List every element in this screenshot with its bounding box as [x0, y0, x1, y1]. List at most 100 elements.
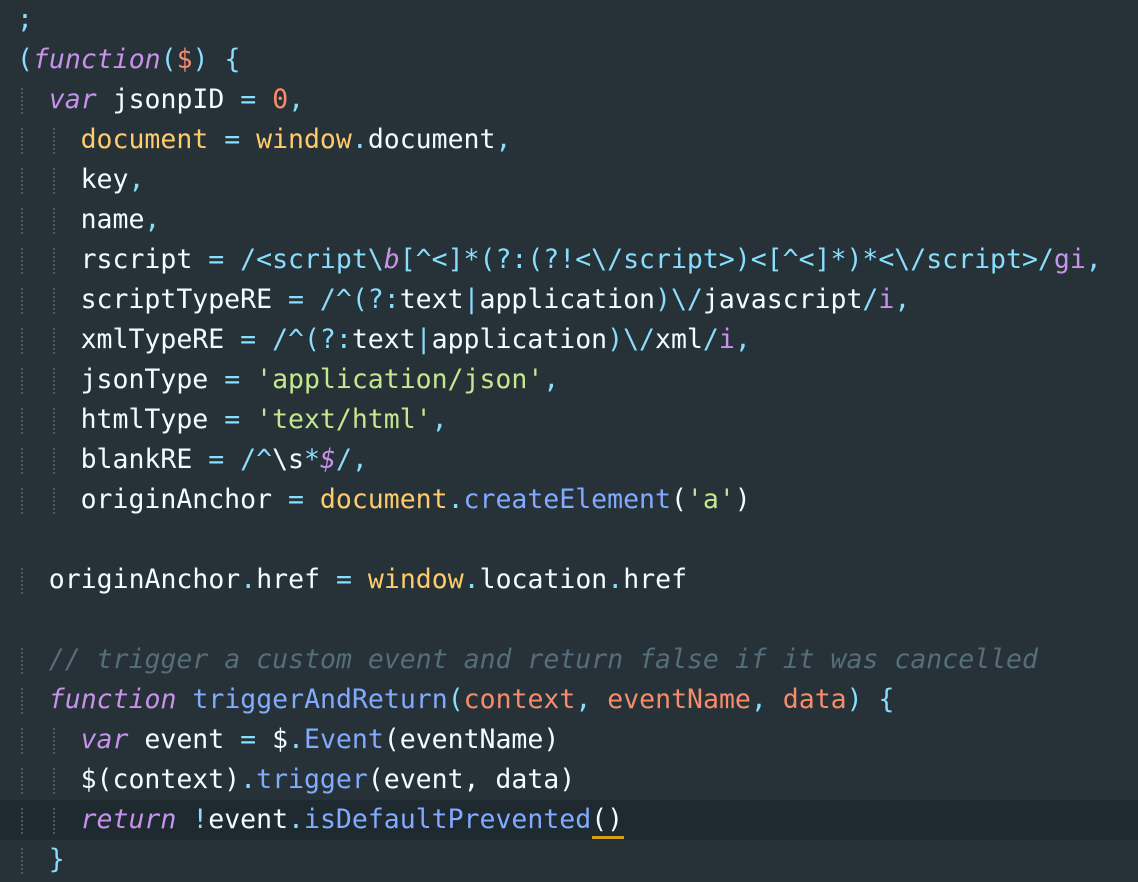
code-token: document [319, 484, 448, 515]
code-line[interactable]: } [0, 840, 1138, 880]
code-line[interactable]: blankRE = /^\s*$/, [0, 440, 1138, 480]
code-token: , [351, 444, 368, 475]
code-token: /<script\ [240, 244, 384, 275]
indent-guide [52, 408, 55, 434]
code-text: var event = $.Event(eventName) [81, 720, 560, 760]
code-text: function triggerAndReturn(context, event… [49, 680, 895, 720]
code-token: () [591, 804, 624, 835]
code-token: /^(?: [319, 284, 400, 315]
code-token: javascript [702, 284, 863, 315]
code-token: $(context) [80, 764, 241, 795]
code-token: | [415, 324, 432, 355]
code-token: * [304, 444, 320, 475]
code-token: 'text/html' [256, 404, 432, 435]
code-line[interactable]: scriptTypeRE = /^(?:text|application)\/j… [0, 280, 1138, 320]
code-line[interactable]: originAnchor.href = window.location.href [0, 560, 1138, 600]
code-text: $(context).trigger(event, data) [81, 760, 576, 800]
code-token: . [240, 764, 257, 795]
code-token: /^(?: [272, 324, 352, 355]
code-token: , [144, 204, 161, 235]
code-text: htmlType = 'text/html', [81, 400, 448, 440]
code-token: $ [256, 724, 289, 755]
code-line[interactable]: rscript = /<script\b[^<]*(?:(?!<\/script… [0, 240, 1138, 280]
code-text: originAnchor.href = window.location.href [49, 560, 687, 600]
code-line[interactable]: originAnchor = document.createElement('a… [0, 480, 1138, 520]
code-line[interactable]: // trigger a custom event and return fal… [0, 640, 1138, 680]
indent-guide [52, 248, 55, 274]
indent-guide [21, 808, 23, 834]
code-line[interactable]: htmlType = 'text/html', [0, 400, 1138, 440]
code-token: originAnchor [48, 564, 241, 595]
code-token: = [240, 724, 257, 755]
code-token: var [48, 84, 97, 115]
code-token: . [607, 564, 624, 595]
code-token: , [734, 324, 751, 355]
code-line[interactable]: ; [0, 0, 1138, 40]
indent-guide [21, 208, 23, 234]
indent-guide [52, 448, 55, 474]
code-line[interactable]: document = window.document, [0, 120, 1138, 160]
code-line[interactable] [0, 520, 1138, 560]
code-token: rscript [80, 244, 193, 275]
code-token: ; [17, 4, 33, 35]
indent-guide [21, 408, 23, 434]
code-token: jsonType [80, 364, 209, 395]
indent-guide [21, 168, 23, 194]
code-token: = [208, 364, 257, 395]
code-token: = [192, 244, 241, 275]
code-text: key, [81, 160, 145, 200]
code-token: triggerAndReturn [192, 684, 448, 715]
code-token: createElement [463, 484, 671, 515]
code-token: application [431, 324, 608, 355]
code-token: [^<]*(?:(?!<\/script>)<[^<]*)*<\/script>… [399, 244, 1054, 275]
code-token: 0 [272, 84, 289, 115]
code-line[interactable]: $(context).trigger(event, data) [0, 760, 1138, 800]
code-text: var jsonpID = 0, [49, 80, 304, 120]
code-token: originAnchor [80, 484, 273, 515]
code-line[interactable]: return !event.isDefaultPrevented() [0, 800, 1138, 840]
code-line[interactable] [0, 600, 1138, 640]
indent-guide [21, 848, 23, 874]
code-token: ( [447, 684, 464, 715]
code-line[interactable]: jsonType = 'application/json', [0, 360, 1138, 400]
code-token: window [256, 124, 352, 155]
code-token: | [463, 284, 480, 315]
code-token: (eventName) [383, 724, 560, 755]
code-token: key [80, 164, 129, 195]
code-token: i [878, 284, 895, 315]
code-token: = [208, 124, 257, 155]
code-line[interactable]: var jsonpID = 0, [0, 80, 1138, 120]
code-line[interactable]: xmlTypeRE = /^(?:text|application)\/xml/… [0, 320, 1138, 360]
code-token: location [479, 564, 608, 595]
indent-guide [52, 768, 55, 794]
code-token: function [32, 44, 161, 75]
code-token: $ [176, 44, 193, 75]
code-token: Event [304, 724, 384, 755]
code-token: . [447, 484, 464, 515]
code-token: 'a' [686, 484, 735, 515]
code-token: window [367, 564, 464, 595]
code-line[interactable]: var event = $.Event(eventName) [0, 720, 1138, 760]
code-line[interactable]: function triggerAndReturn(context, event… [0, 680, 1138, 720]
indent-guide [21, 568, 23, 594]
code-token: href [623, 564, 688, 595]
indent-guide [21, 248, 23, 274]
code-token: ( [160, 44, 177, 75]
code-token: context [463, 684, 576, 715]
code-token: = [224, 324, 273, 355]
code-token: application [479, 284, 656, 315]
code-text: jsonType = 'application/json', [81, 360, 560, 400]
code-text: blankRE = /^\s*$/, [81, 440, 368, 480]
code-editor[interactable]: ; (function($) {var jsonpID = 0, document … [0, 0, 1138, 882]
code-line[interactable]: key, [0, 160, 1138, 200]
code-text: // trigger a custom event and return fal… [49, 640, 1038, 680]
code-token: trigger [256, 764, 368, 795]
code-token: , [1085, 244, 1102, 275]
indent-guide [21, 288, 23, 314]
code-line[interactable]: name, [0, 200, 1138, 240]
code-token: , [750, 684, 783, 715]
code-text: } [49, 840, 65, 880]
code-token: data [782, 684, 847, 715]
code-line[interactable]: (function($) { [0, 40, 1138, 80]
